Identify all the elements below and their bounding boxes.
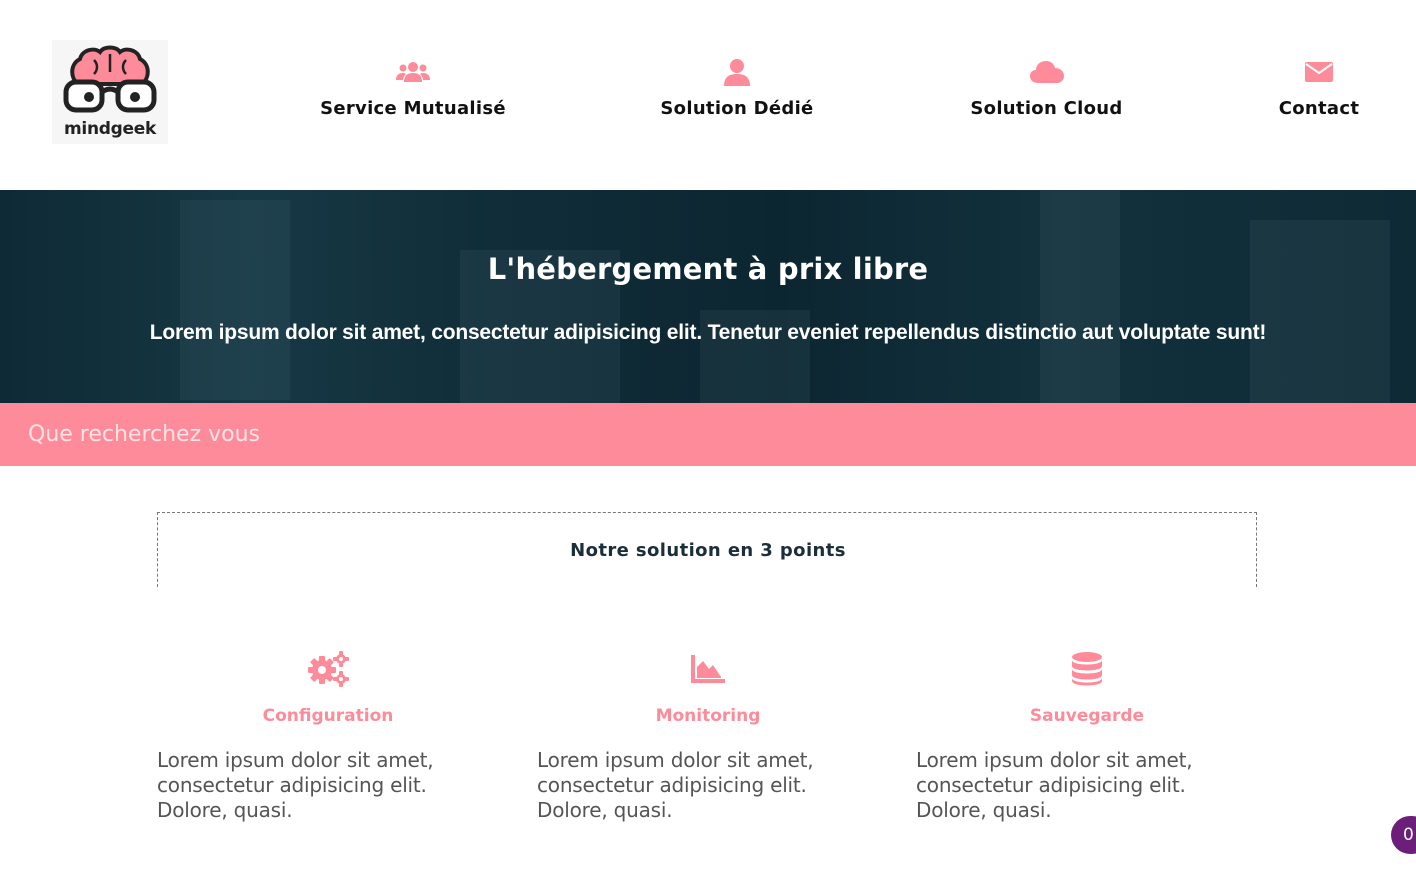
feature-configuration: Configuration Lorem ipsum dolor sit amet…: [157, 650, 499, 823]
logo-text: mindgeek: [64, 119, 156, 139]
feature-monitoring: Monitoring Lorem ipsum dolor sit amet, c…: [537, 650, 879, 823]
user-icon: [723, 56, 751, 88]
hero-bg-shape: [1040, 190, 1120, 403]
feature-title: Configuration: [262, 706, 394, 726]
hero-bg-shape: [180, 200, 290, 400]
search-input[interactable]: [0, 403, 1416, 466]
logo[interactable]: mindgeek: [52, 40, 168, 144]
envelope-icon: [1305, 56, 1333, 88]
hero-title: L'hébergement à prix libre: [487, 252, 929, 286]
feature-text: Lorem ipsum dolor sit amet, consectetur …: [916, 748, 1193, 822]
nav-solution-cloud[interactable]: Solution Cloud: [966, 56, 1127, 119]
notification-badge[interactable]: 0: [1391, 816, 1416, 854]
feature-title: Sauvegarde: [1029, 706, 1145, 726]
nav-solution-dedie[interactable]: Solution Dédié: [657, 56, 817, 119]
feature-sauvegarde: Sauvegarde Lorem ipsum dolor sit amet, c…: [916, 650, 1258, 823]
nav-service-mutualise[interactable]: Service Mutualisé: [318, 56, 508, 119]
database-icon: [916, 650, 1258, 688]
nav-label: Solution Dédié: [660, 98, 814, 119]
hero-bg-shape: [1250, 220, 1390, 403]
nav-label: Contact: [1278, 98, 1360, 119]
nav-label: Solution Cloud: [970, 98, 1123, 119]
site-header: mindgeek Service Mutualisé Solution Dédi…: [0, 0, 1416, 190]
search-bar: [0, 403, 1416, 466]
nav-contact[interactable]: Contact: [1276, 56, 1362, 119]
cloud-icon: [1029, 56, 1064, 88]
feature-text: Lorem ipsum dolor sit amet, consectetur …: [157, 748, 434, 822]
feature-title: Monitoring: [655, 706, 761, 726]
nav-label: Service Mutualisé: [320, 98, 506, 119]
brain-glasses-icon: [63, 45, 157, 113]
area-chart-icon: [537, 650, 879, 688]
cogs-icon: [157, 650, 499, 688]
solution-box: Notre solution en 3 points: [157, 512, 1257, 587]
solution-title: Notre solution en 3 points: [570, 540, 846, 561]
hero-subtitle: Lorem ipsum dolor sit amet, consectetur …: [149, 321, 1267, 344]
users-icon: [396, 56, 430, 88]
hero-banner: L'hébergement à prix libre Lorem ipsum d…: [0, 190, 1416, 403]
feature-text: Lorem ipsum dolor sit amet, consectetur …: [537, 748, 814, 822]
